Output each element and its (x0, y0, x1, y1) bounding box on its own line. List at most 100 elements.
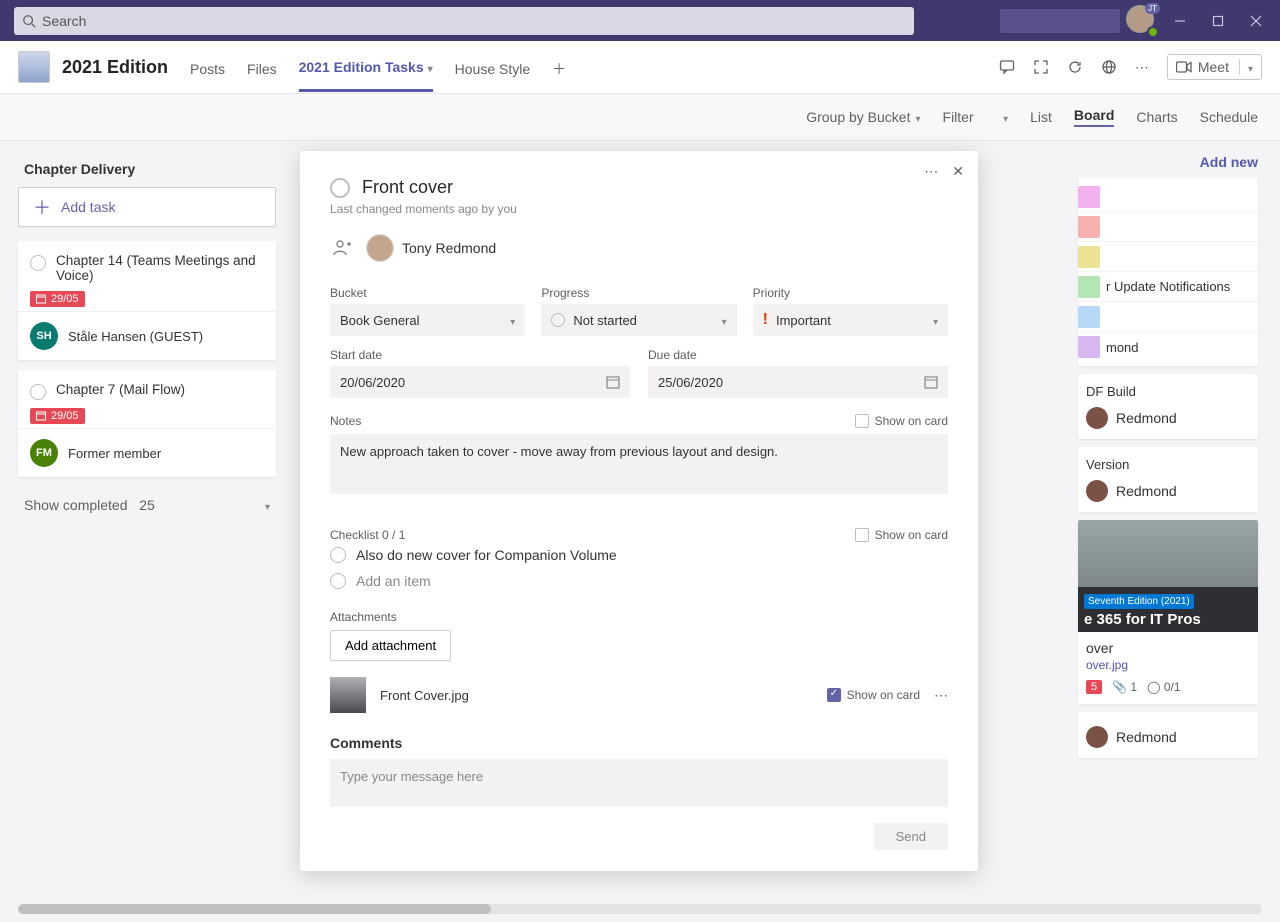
channel-tabs: Posts Files 2021 Edition Tasks House Sty… (190, 43, 566, 92)
add-task-button[interactable]: ＋ Add task (18, 187, 276, 227)
globe-icon[interactable] (1101, 59, 1117, 75)
tab-house-style[interactable]: House Style (455, 43, 530, 92)
channel-title: 2021 Edition (62, 57, 168, 78)
group-by-dropdown[interactable]: Group by Bucket (806, 109, 920, 125)
expand-icon[interactable] (1033, 59, 1049, 75)
attachment-thumbnail[interactable] (330, 677, 366, 713)
last-changed-text: Last changed moments ago by you (330, 202, 948, 216)
checklist-circle-icon[interactable] (330, 547, 346, 563)
add-assignee-button[interactable] (330, 236, 354, 260)
reply-icon[interactable] (999, 59, 1015, 75)
search-placeholder: Search (42, 13, 86, 29)
label-row[interactable] (1078, 242, 1258, 272)
task-card[interactable]: Chapter 14 (Teams Meetings and Voice) 29… (18, 241, 276, 360)
notes-show-on-card-checkbox[interactable]: Show on card (855, 414, 948, 428)
meet-button[interactable]: Meet (1167, 54, 1262, 80)
label-row[interactable] (1078, 302, 1258, 332)
more-icon[interactable]: ⋯ (924, 163, 938, 180)
calendar-icon (36, 294, 46, 304)
view-board[interactable]: Board (1074, 107, 1114, 127)
checklist-show-on-card-checkbox[interactable]: Show on card (855, 528, 948, 542)
show-completed-toggle[interactable]: Show completed 25 (18, 487, 276, 523)
cover-title: e 365 for IT Pros (1084, 611, 1252, 628)
filter-dropdown[interactable]: Filter (943, 109, 1009, 125)
filter-label: Filter (943, 109, 974, 125)
label-row[interactable] (1078, 212, 1258, 242)
close-icon[interactable]: ✕ (952, 163, 964, 180)
presence-available-icon (1147, 26, 1159, 38)
avatar (1086, 480, 1108, 502)
attachment-show-on-card-checkbox[interactable]: Show on card (827, 688, 920, 702)
start-date-label: Start date (330, 348, 630, 362)
due-date-text: 29/05 (51, 410, 79, 422)
add-checklist-item[interactable]: Add an item (330, 568, 948, 594)
task-card[interactable]: DF Build Redmond (1078, 374, 1258, 439)
tab-files[interactable]: Files (247, 43, 277, 92)
minimize-button[interactable] (1164, 5, 1196, 37)
attachment-row: Front Cover.jpg Show on card ⋯ (330, 677, 948, 713)
task-title[interactable]: Front cover (362, 177, 453, 198)
assignee-name: Tony Redmond (402, 240, 496, 256)
comment-placeholder: Type your message here (340, 769, 483, 784)
task-card-title: DF Build (1086, 384, 1250, 399)
task-details-pane: ⋯ ✕ Front cover Last changed moments ago… (300, 151, 978, 871)
attachment-link[interactable]: over.jpg (1086, 658, 1250, 672)
task-card-with-cover[interactable]: Seventh Edition (2021) e 365 for IT Pros… (1078, 520, 1258, 704)
view-list[interactable]: List (1030, 109, 1052, 125)
more-icon[interactable]: ⋯ (1135, 59, 1149, 76)
close-button[interactable] (1240, 5, 1272, 37)
view-schedule[interactable]: Schedule (1200, 109, 1258, 125)
maximize-button[interactable] (1202, 5, 1234, 37)
scrollbar-thumb[interactable] (18, 904, 491, 914)
label-row[interactable] (1078, 182, 1258, 212)
chevron-down-icon (265, 497, 270, 513)
complete-circle-icon[interactable] (30, 255, 46, 271)
task-card[interactable]: Version Redmond (1078, 447, 1258, 512)
start-date-value: 20/06/2020 (340, 375, 405, 390)
attachment-icon: 📎 1 (1112, 680, 1137, 694)
label-row[interactable]: r Update Notifications (1078, 272, 1258, 302)
assignee-name: Redmond (1116, 483, 1177, 499)
title-bar-right: JT (1000, 5, 1272, 37)
assignee-chip[interactable]: Tony Redmond (366, 234, 496, 262)
task-card[interactable]: Chapter 7 (Mail Flow) 29/05 FM Former me… (18, 370, 276, 477)
more-icon[interactable]: ⋯ (934, 687, 948, 704)
add-new-bucket[interactable]: Add new (1078, 141, 1258, 178)
refresh-icon[interactable] (1067, 59, 1083, 75)
send-button[interactable]: Send (874, 823, 948, 850)
comment-input[interactable]: Type your message here (330, 759, 948, 807)
attachment-name[interactable]: Front Cover.jpg (380, 688, 469, 703)
horizontal-scrollbar[interactable] (18, 904, 1262, 914)
priority-select[interactable]: !Important (753, 304, 948, 336)
label-row[interactable]: mond (1078, 332, 1258, 362)
task-card-title: Version (1086, 457, 1250, 472)
complete-circle-icon[interactable] (330, 178, 350, 198)
search-icon (22, 14, 36, 28)
chevron-down-icon[interactable] (1239, 59, 1253, 75)
checklist-item[interactable]: Also do new cover for Companion Volume (330, 542, 948, 568)
start-date-input[interactable]: 20/06/2020 (330, 366, 630, 398)
plus-icon: ＋ (33, 194, 51, 220)
calendar-icon (36, 411, 46, 421)
add-tab-button[interactable]: ＋ (552, 43, 566, 92)
notes-textarea[interactable]: New approach taken to cover - move away … (330, 434, 948, 494)
user-avatar[interactable]: JT (1126, 5, 1158, 37)
tab-tasks[interactable]: 2021 Edition Tasks (299, 43, 433, 92)
label-swatch-red (1078, 216, 1100, 238)
global-search-input[interactable]: Search (14, 7, 914, 35)
due-date-input[interactable]: 25/06/2020 (648, 366, 948, 398)
view-charts[interactable]: Charts (1136, 109, 1177, 125)
task-header: Front cover (330, 177, 948, 198)
task-card[interactable]: Redmond (1078, 712, 1258, 758)
complete-circle-icon[interactable] (30, 384, 46, 400)
tab-posts[interactable]: Posts (190, 43, 225, 92)
progress-select[interactable]: Not started (541, 304, 736, 336)
checklist-item-text: Also do new cover for Companion Volume (356, 547, 617, 563)
add-attachment-button[interactable]: Add attachment (330, 630, 451, 661)
add-task-label: Add task (61, 199, 115, 215)
channel-header: 2021 Edition Posts Files 2021 Edition Ta… (0, 41, 1280, 94)
assignee-name: Former member (68, 446, 161, 461)
tab-tasks-label: 2021 Edition Tasks (299, 59, 424, 75)
channel-header-actions: ⋯ Meet (999, 54, 1262, 80)
bucket-select[interactable]: Book General (330, 304, 525, 336)
